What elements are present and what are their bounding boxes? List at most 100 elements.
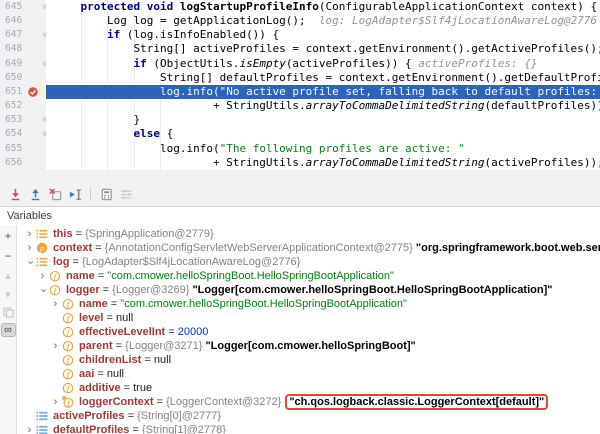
variable-name: defaultProfiles xyxy=(53,424,129,434)
variables-tree: ›this = {SpringApplication@2779}›pcontex… xyxy=(17,225,600,434)
variable-row-defaultprofiles[interactable]: ›defaultProfiles = {String[1]@2778} xyxy=(17,423,600,434)
line-number: 652 xyxy=(0,99,28,113)
code-line-text[interactable]: } xyxy=(46,113,600,127)
chevron-down-icon[interactable]: › xyxy=(23,257,36,268)
breakpoint-icon[interactable] xyxy=(28,87,38,97)
variable-row-aai[interactable]: faai = null xyxy=(17,367,600,381)
gutter: 652 xyxy=(0,99,46,113)
variable-value: "org.springframework.boot.web.servlet.co… xyxy=(416,242,600,254)
variable-value: "Logger[com.cmower.helloSpringBoot.Hello… xyxy=(192,284,552,296)
chevron-right-icon[interactable]: › xyxy=(49,341,62,352)
variable-row-childrenlist[interactable]: fchildrenList = null xyxy=(17,353,600,367)
variable-row-effectivelevelint[interactable]: feffectiveLevelInt = 20000 xyxy=(17,325,600,339)
code-line-652: 652 + StringUtils.arrayToCommaDelimitedS… xyxy=(0,99,600,113)
variable-row-this[interactable]: ›this = {SpringApplication@2779} xyxy=(17,227,600,241)
code-line-645: 645∨ protected void logStartupProfileInf… xyxy=(0,0,600,14)
code-line-text[interactable]: String[] defaultProfiles = context.getEn… xyxy=(46,71,600,85)
variable-row-loggercontext[interactable]: ›floggerContext = {LoggerContext@3272} "… xyxy=(17,395,600,409)
variable-value: true xyxy=(133,382,152,394)
move-watch-up-icon[interactable]: ▲ xyxy=(1,269,16,283)
variables-panel-title: Variables xyxy=(7,210,52,222)
code-line-651: 651 log.info("No active profile set, fal… xyxy=(0,85,600,99)
code-line-text[interactable]: + StringUtils.arrayToCommaDelimitedStrin… xyxy=(46,99,600,113)
gutter: 656 xyxy=(0,156,46,170)
code-line-text[interactable]: + StringUtils.arrayToCommaDelimitedStrin… xyxy=(46,156,600,170)
chevron-right-icon[interactable]: › xyxy=(49,397,62,408)
variable-row-name[interactable]: ›fname = "com.cmower.helloSpringBoot.Hel… xyxy=(17,297,600,311)
code-editor[interactable]: 645∨ protected void logStartupProfileInf… xyxy=(0,0,600,170)
chevron-right-icon[interactable]: › xyxy=(23,425,36,434)
variable-name: level xyxy=(79,312,103,324)
variable-value: {SpringApplication@2779} xyxy=(85,228,214,240)
run-to-cursor-icon[interactable] xyxy=(65,185,85,203)
line-number: 656 xyxy=(0,156,28,170)
gutter: 649∨ xyxy=(0,57,46,71)
array-icon xyxy=(36,410,48,422)
variable-value: 20000 xyxy=(178,326,209,338)
chevron-right-icon[interactable]: › xyxy=(23,243,36,254)
code-line-text[interactable]: protected void logStartupProfileInfo(Con… xyxy=(46,0,600,14)
field-icon: f xyxy=(62,340,74,352)
chevron-right-icon[interactable]: › xyxy=(36,271,49,282)
gutter: 646 xyxy=(0,14,46,28)
line-number: 649 xyxy=(0,57,28,71)
variable-value: {AnnotationConfigServletWebServerApplica… xyxy=(105,242,416,254)
variable-name: loggerContext xyxy=(79,396,154,408)
variable-value: null xyxy=(107,368,124,380)
force-step-into-icon[interactable] xyxy=(5,185,25,203)
chevron-right-icon[interactable]: › xyxy=(23,229,36,240)
code-line-text[interactable]: if (ObjectUtils.isEmpty(activeProfiles))… xyxy=(46,57,600,71)
code-line-text[interactable]: String[] activeProfiles = context.getEnv… xyxy=(46,42,600,56)
line-number: 654 xyxy=(0,127,28,141)
line-number: 650 xyxy=(0,71,28,85)
show-watches-icon[interactable]: ∞ xyxy=(1,323,16,337)
code-line-text[interactable]: log.info("The following profiles are act… xyxy=(46,142,600,156)
variable-value: "Logger[com.cmower.helloSpringBoot]" xyxy=(205,340,415,352)
gutter: 650 xyxy=(0,71,46,85)
field-icon: f xyxy=(62,326,74,338)
code-line-text[interactable]: log.info("No active profile set, falling… xyxy=(46,85,600,99)
variable-value: "com.cmower.helloSpringBoot.HelloSpringB… xyxy=(107,270,394,282)
variable-row-additive[interactable]: fadditive = true xyxy=(17,381,600,395)
variable-value: {Logger@3269} xyxy=(112,284,192,296)
code-line-648: 648 String[] activeProfiles = context.ge… xyxy=(0,42,600,56)
view-options-icon[interactable] xyxy=(116,185,136,203)
variable-name: childrenList xyxy=(79,354,141,366)
move-watch-down-icon[interactable]: ▼ xyxy=(1,288,16,302)
variable-value: null xyxy=(116,312,133,324)
evaluate-expression-icon[interactable] xyxy=(96,185,116,203)
variable-value: null xyxy=(154,354,171,366)
variable-row-parent[interactable]: ›fparent = {Logger@3271} "Logger[com.cmo… xyxy=(17,339,600,353)
chevron-right-icon[interactable]: › xyxy=(49,299,62,310)
line-number: 655 xyxy=(0,142,28,156)
code-lines: 645∨ protected void logStartupProfileInf… xyxy=(0,0,600,170)
toolbar-separator xyxy=(90,187,91,201)
remove-watch-icon[interactable]: − xyxy=(1,249,16,263)
variable-value: "com.cmower.helloSpringBoot.HelloSpringB… xyxy=(120,298,407,310)
code-line-646: 646 Log log = getApplicationLog(); log: … xyxy=(0,14,600,28)
variable-row-log[interactable]: ›log = {LogAdapter$Slf4jLocationAwareLog… xyxy=(17,255,600,269)
step-out-icon[interactable] xyxy=(25,185,45,203)
line-number: 646 xyxy=(0,14,28,28)
add-watch-icon[interactable]: + xyxy=(1,229,16,243)
debug-toolbar xyxy=(0,170,600,207)
variable-row-level[interactable]: flevel = null xyxy=(17,311,600,325)
variable-row-activeprofiles[interactable]: activeProfiles = {String[0]@2777} xyxy=(17,409,600,423)
code-line-text[interactable]: else { xyxy=(46,127,600,141)
code-line-654: 654∨ else { xyxy=(0,127,600,141)
chevron-down-icon[interactable]: › xyxy=(36,285,49,296)
drop-frame-icon[interactable] xyxy=(45,185,65,203)
field-icon: f xyxy=(62,298,74,310)
code-line-649: 649∨ if (ObjectUtils.isEmpty(activeProfi… xyxy=(0,57,600,71)
variables-panel: + − ▲ ▼ ∞ ›this = {SpringApplication@277… xyxy=(0,225,600,434)
code-line-text[interactable]: Log log = getApplicationLog(); log: LogA… xyxy=(46,14,600,28)
line-number: 645 xyxy=(0,0,28,14)
variable-name: name xyxy=(79,298,108,310)
variable-row-context[interactable]: ›pcontext = {AnnotationConfigServletWebS… xyxy=(17,241,600,255)
variable-row-name[interactable]: ›fname = "com.cmower.helloSpringBoot.Hel… xyxy=(17,269,600,283)
code-line-text[interactable]: if (log.isInfoEnabled()) { xyxy=(46,28,600,42)
field-icon: f xyxy=(62,354,74,366)
duplicate-watch-icon[interactable] xyxy=(1,305,16,319)
variable-name: log xyxy=(53,256,70,268)
variable-row-logger[interactable]: ›flogger = {Logger@3269} "Logger[com.cmo… xyxy=(17,283,600,297)
